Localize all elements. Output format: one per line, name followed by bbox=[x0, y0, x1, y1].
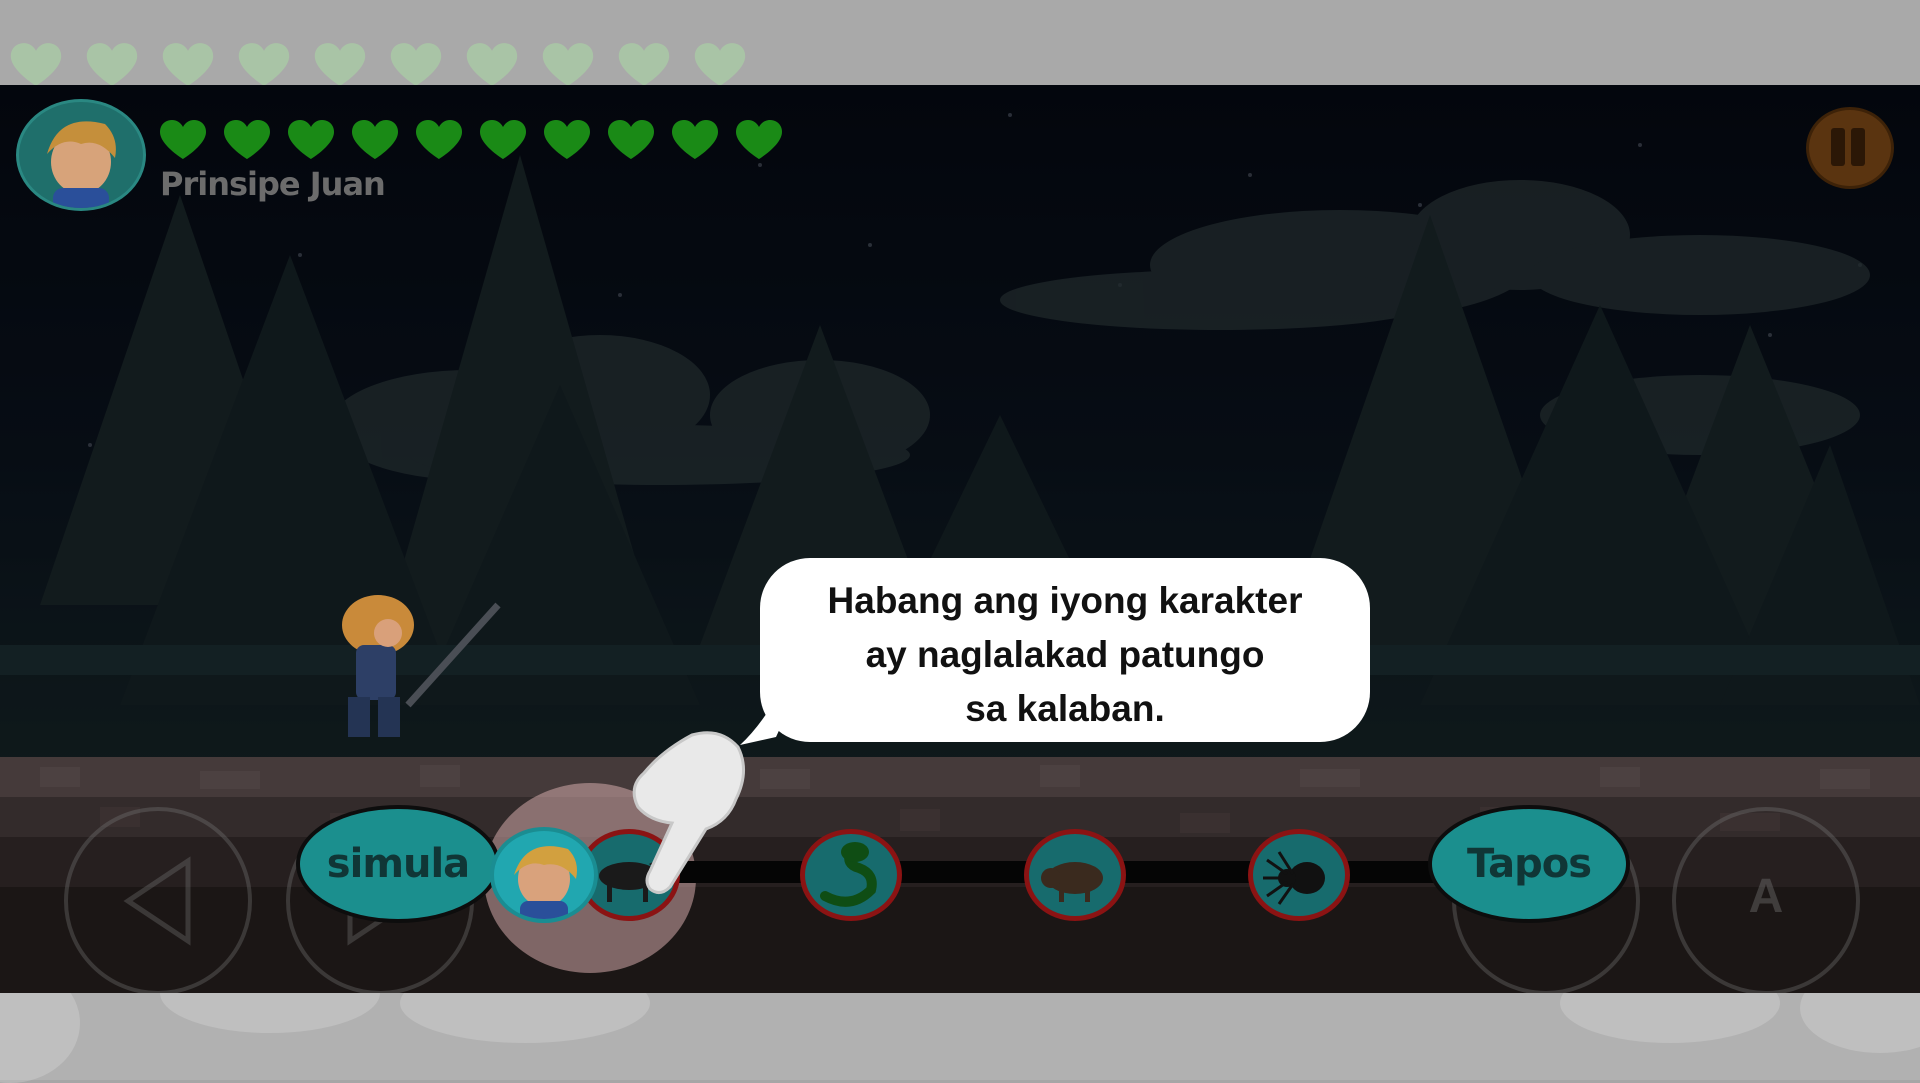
a-button-label: A bbox=[1748, 870, 1784, 923]
pause-icon bbox=[1831, 128, 1845, 166]
health-hearts bbox=[158, 119, 784, 161]
bottom-overlay-band bbox=[0, 953, 1920, 1083]
heart-icon bbox=[390, 43, 442, 86]
heart-icon bbox=[224, 120, 270, 159]
pointing-hand-icon bbox=[632, 731, 745, 894]
spider-enemy-node bbox=[1248, 829, 1350, 921]
snake-icon bbox=[820, 842, 877, 907]
heart-icon bbox=[288, 120, 334, 159]
end-marker: Tapos bbox=[1428, 805, 1630, 923]
heart-icon bbox=[466, 43, 518, 86]
move-left-control[interactable] bbox=[64, 807, 252, 993]
tutorial-dim-overlay bbox=[0, 85, 1920, 993]
boar-icon bbox=[1041, 862, 1103, 902]
heart-icon bbox=[618, 43, 670, 86]
start-marker: simula bbox=[296, 805, 500, 923]
tutorial-line-3: sa kalaban. bbox=[965, 688, 1165, 729]
end-label: Tapos bbox=[1466, 841, 1592, 887]
top-overlay-band bbox=[0, 0, 1920, 88]
player-avatar bbox=[16, 99, 146, 211]
prince-portrait-icon bbox=[47, 121, 116, 208]
heart-icon bbox=[480, 120, 526, 159]
tutorial-line-2: ay naglalakad patungo bbox=[865, 634, 1265, 675]
heart-icon bbox=[416, 120, 462, 159]
ghost-hearts bbox=[8, 42, 748, 88]
heart-icon bbox=[238, 43, 290, 86]
heart-icon bbox=[162, 43, 214, 86]
spider-icon bbox=[1263, 851, 1325, 905]
heart-icon bbox=[694, 43, 746, 86]
boar-enemy-node bbox=[1024, 829, 1126, 921]
heart-icon bbox=[544, 120, 590, 159]
heart-icon bbox=[314, 43, 366, 86]
pause-icon bbox=[1851, 128, 1865, 166]
tutorial-text: Habang ang iyong karakter ay naglalakad … bbox=[760, 574, 1370, 736]
player-progress-marker bbox=[490, 827, 598, 923]
player-name: Prinsipe Juan bbox=[160, 165, 386, 203]
heart-icon bbox=[352, 120, 398, 159]
heart-icon bbox=[160, 120, 206, 159]
snake-enemy-node bbox=[800, 829, 902, 921]
prince-portrait-icon bbox=[514, 846, 577, 919]
prince-character bbox=[342, 595, 501, 737]
heart-icon bbox=[672, 120, 718, 159]
start-label: simula bbox=[326, 841, 470, 887]
heart-icon bbox=[736, 120, 782, 159]
pause-button[interactable] bbox=[1806, 107, 1894, 189]
heart-icon bbox=[10, 43, 62, 86]
heart-icon bbox=[608, 120, 654, 159]
heart-icon bbox=[86, 43, 138, 86]
a-button-control[interactable]: A bbox=[1672, 807, 1860, 993]
game-scene: Prinsipe Juan B A simula Tapos bbox=[0, 85, 1920, 993]
heart-icon bbox=[542, 43, 594, 86]
tutorial-line-1: Habang ang iyong karakter bbox=[827, 580, 1303, 621]
tutorial-speech-bubble: Habang ang iyong karakter ay naglalakad … bbox=[760, 558, 1370, 742]
